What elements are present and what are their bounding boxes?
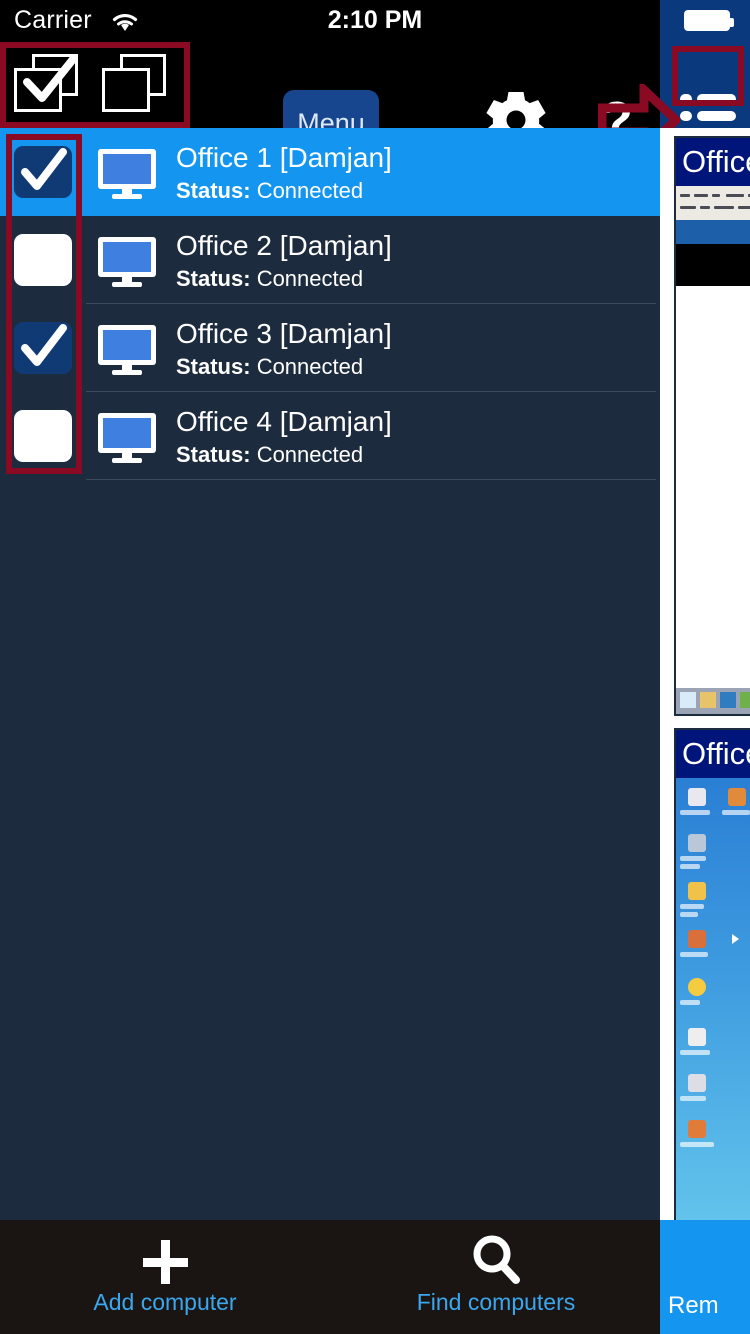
- add-computer-label: Add computer: [93, 1289, 237, 1315]
- computer-status: Status: Connected: [176, 352, 650, 382]
- battery-full-icon: [684, 10, 734, 31]
- status-label: Status:: [176, 354, 251, 379]
- row-text-group: Office 2 [Damjan] Status: Connected: [176, 228, 650, 294]
- remove-panel[interactable]: Rem: [660, 1220, 750, 1334]
- row-checkbox[interactable]: [14, 410, 72, 462]
- computer-status: Status: Connected: [176, 264, 650, 294]
- status-value: Connected: [256, 266, 364, 291]
- list-item[interactable]: Office 3 [Damjan] Status: Connected: [0, 304, 660, 392]
- status-bar: Carrier 2:10 PM: [0, 0, 750, 40]
- computer-name: Office 1 [Damjan]: [176, 142, 392, 173]
- row-text-group: Office 4 [Damjan] Status: Connected: [176, 404, 650, 470]
- row-checkbox[interactable]: [14, 146, 72, 198]
- checkmark-glyph: [21, 324, 67, 366]
- status-label: Status:: [176, 442, 251, 467]
- bottom-toolbar: Add computer Find computers Rem: [0, 1220, 750, 1334]
- list-item[interactable]: Office 4 [Damjan] Status: Connected: [0, 392, 660, 480]
- status-value: Connected: [256, 354, 364, 379]
- row-separator: [86, 479, 656, 480]
- remove-label: Rem: [668, 1292, 719, 1319]
- checkmark-glyph: [23, 56, 78, 102]
- thumbnail-title: Office: [676, 138, 750, 186]
- status-label: Status:: [176, 266, 251, 291]
- remote-desktop-thumbnail[interactable]: Office: [674, 136, 750, 716]
- select-all-checkbox-icon[interactable]: [14, 54, 84, 114]
- monitor-icon: [98, 237, 156, 287]
- list-line: [697, 94, 736, 104]
- monitor-icon: [98, 149, 156, 199]
- preview-blue-band: [676, 220, 750, 244]
- computer-name: Office 4 [Damjan]: [176, 406, 392, 437]
- status-value: Connected: [256, 442, 364, 467]
- deselect-all-front-square: [102, 68, 150, 112]
- monitor-icon: [98, 413, 156, 463]
- app-screen: Carrier 2:10 PM Menu ? Office 1 [Damjan]…: [0, 0, 750, 1334]
- computer-name: Office 2 [Damjan]: [176, 230, 392, 261]
- thumbnail-preview: [676, 778, 750, 1220]
- list-bullet: [680, 94, 692, 104]
- add-computer-button[interactable]: Add computer: [45, 1220, 285, 1334]
- find-computers-label: Find computers: [416, 1289, 576, 1315]
- computer-status: Status: Connected: [176, 440, 650, 470]
- list-item[interactable]: Office 1 [Damjan] Status: Connected: [0, 128, 660, 216]
- top-toolbar: Menu ?: [0, 40, 750, 156]
- row-text-group: Office 1 [Damjan] Status: Connected: [176, 140, 650, 206]
- computer-name: Office 3 [Damjan]: [176, 318, 392, 349]
- deselect-all-checkbox-icon[interactable]: [102, 54, 172, 114]
- search-icon: [466, 1234, 526, 1288]
- preview-taskbar: [676, 688, 750, 714]
- find-computers-button[interactable]: Find computers: [376, 1220, 616, 1334]
- preview-black-band: [676, 244, 750, 286]
- list-bullet: [680, 111, 692, 121]
- list-item[interactable]: Office 2 [Damjan] Status: Connected: [0, 216, 660, 304]
- remote-desktop-thumbnail[interactable]: Office: [674, 728, 750, 1220]
- status-label: Status:: [176, 178, 251, 203]
- checkmark-glyph: [21, 148, 67, 190]
- thumbnail-panel: Office: [660, 128, 750, 1220]
- computer-status: Status: Connected: [176, 176, 650, 206]
- thumbnail-preview: [676, 186, 750, 714]
- computer-list: Office 1 [Damjan] Status: Connected Offi…: [0, 128, 660, 1220]
- preview-app-toolbar: [676, 186, 750, 220]
- clock-label: 2:10 PM: [327, 6, 423, 34]
- plus-icon: [135, 1234, 195, 1288]
- row-checkbox[interactable]: [14, 234, 72, 286]
- row-text-group: Office 3 [Damjan] Status: Connected: [176, 316, 650, 382]
- thumbnail-title: Office: [676, 730, 750, 778]
- preview-document-area: [676, 286, 750, 688]
- selection-icons-group: [10, 48, 185, 120]
- monitor-icon: [98, 325, 156, 375]
- row-checkbox[interactable]: [14, 322, 72, 374]
- status-value: Connected: [256, 178, 364, 203]
- list-line: [697, 111, 736, 121]
